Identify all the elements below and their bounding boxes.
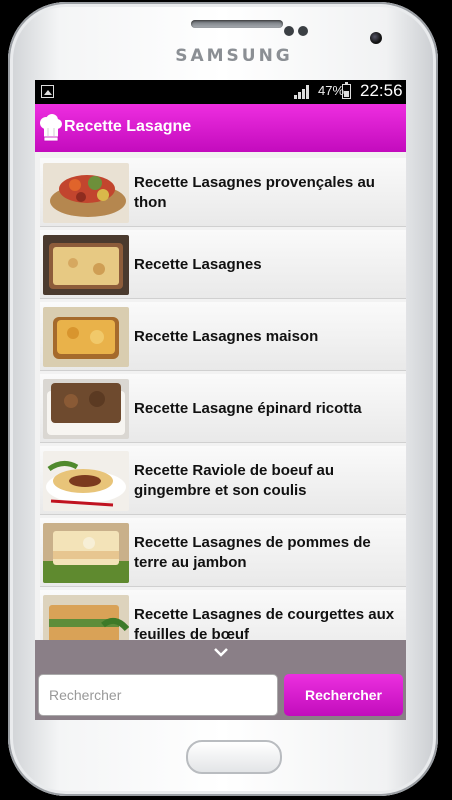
- item-label: Recette Lasagnes: [134, 255, 262, 273]
- recipe-thumbnail: [43, 523, 129, 583]
- list-item[interactable]: Recette Lasagnes de pommes de terre au j…: [40, 518, 406, 587]
- item-label: Recette Lasagnes de courgettes aux feuil…: [134, 605, 395, 641]
- list-item[interactable]: Recette Lasagnes: [40, 230, 406, 299]
- clock: 22:56: [360, 81, 403, 100]
- recipe-thumbnail: [43, 595, 129, 640]
- item-label: Recette Lasagnes de pommes de terre au j…: [134, 533, 371, 571]
- app-bar: Recette Lasagne: [35, 104, 406, 152]
- list-item[interactable]: Recette Lasagnes maison: [40, 302, 406, 371]
- proximity-sensor: [284, 26, 294, 36]
- earpiece-speaker: [191, 20, 283, 28]
- item-label: Recette Lasagnes maison: [134, 327, 319, 345]
- list-item[interactable]: Recette Raviole de boeuf au gingembre et…: [40, 446, 406, 515]
- recipe-list[interactable]: Recette Lasagnes provençales au thon Rec…: [35, 153, 406, 640]
- item-label: Recette Lasagnes provençales au thon: [134, 173, 375, 211]
- image-icon: [41, 85, 54, 98]
- screen: 47% 22:56 Recette Lasagne Recette Lasagn…: [35, 80, 406, 720]
- battery-percent: 47%: [318, 83, 345, 98]
- list-item[interactable]: Recette Lasagne épinard ricotta: [40, 374, 406, 443]
- app-title: Recette Lasagne: [64, 118, 192, 135]
- status-bar: 47% 22:56: [35, 80, 406, 104]
- recipe-thumbnail: [43, 307, 129, 367]
- front-camera-icon: [370, 32, 382, 44]
- list-item[interactable]: Recette Lasagnes provençales au thon: [40, 158, 406, 227]
- recipe-thumbnail: [43, 451, 129, 511]
- chef-hat-icon: [40, 114, 62, 142]
- item-label: Recette Lasagne épinard ricotta: [134, 399, 362, 417]
- recipe-thumbnail: [43, 163, 129, 223]
- light-sensor: [298, 26, 308, 36]
- list-item[interactable]: Recette Lasagnes de courgettes aux feuil…: [40, 590, 406, 640]
- battery-icon: [342, 82, 351, 99]
- search-button[interactable]: Rechercher: [284, 674, 403, 716]
- recipe-thumbnail: [43, 235, 129, 295]
- search-panel: Rechercher: [35, 640, 406, 720]
- search-input[interactable]: [38, 674, 278, 716]
- recipe-thumbnail: [43, 379, 129, 439]
- home-button[interactable]: [186, 740, 282, 774]
- signal-icon: [294, 85, 309, 99]
- item-label: Recette Raviole de boeuf au gingembre et…: [134, 461, 335, 499]
- phone-brand: SAMSUNG: [175, 46, 293, 66]
- chevron-down-icon[interactable]: [213, 646, 229, 658]
